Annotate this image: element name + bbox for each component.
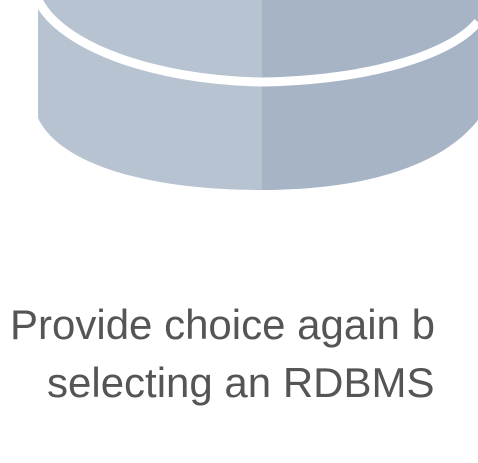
cylinder-left-face bbox=[38, 0, 262, 190]
caption-line-2: selecting an RDBMS bbox=[47, 359, 435, 406]
database-icon bbox=[33, 0, 478, 190]
caption-line-1: Provide choice again b bbox=[10, 301, 435, 348]
cylinder-right-face bbox=[262, 0, 478, 190]
slide-canvas: Provide choice again b selecting an RDBM… bbox=[0, 0, 478, 463]
